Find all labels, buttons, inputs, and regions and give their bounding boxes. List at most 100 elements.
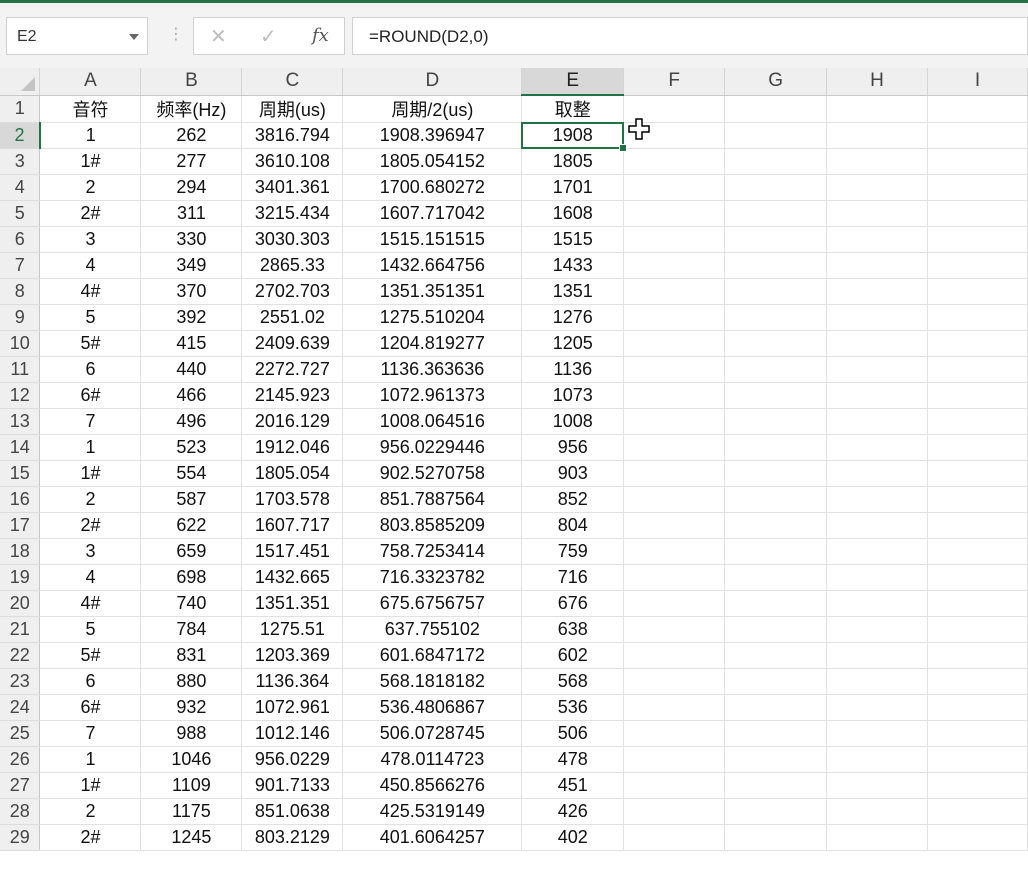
empty-cell[interactable] [724,382,828,409]
cell-b-9[interactable]: 392 [140,304,243,331]
cell-b-15[interactable]: 554 [140,460,243,487]
row-header[interactable]: 2 [0,122,41,149]
empty-cell[interactable] [826,642,928,669]
cell-c-9[interactable]: 2551.02 [241,304,344,331]
cell-e-5[interactable]: 1608 [521,200,625,227]
empty-cell[interactable] [826,486,928,513]
cell-d-14[interactable]: 956.0229446 [342,434,523,461]
cell-b-5[interactable]: 311 [140,200,243,227]
cell-d-23[interactable]: 568.1818182 [342,668,523,695]
cell-b-14[interactable]: 523 [140,434,243,461]
empty-cell[interactable] [724,148,828,175]
row-header[interactable]: 27 [0,772,41,799]
cell-c-13[interactable]: 2016.129 [241,408,344,435]
column-header-b[interactable]: B [140,68,243,96]
empty-cell[interactable] [623,668,726,695]
cell-d-7[interactable]: 1432.664756 [342,252,523,279]
cell-b-21[interactable]: 784 [140,616,243,643]
row-header[interactable]: 24 [0,694,41,721]
cell-a-22[interactable]: 5# [39,642,142,669]
empty-cell[interactable] [724,200,828,227]
empty-cell[interactable] [927,434,1028,461]
cell-d-6[interactable]: 1515.151515 [342,226,523,253]
row-header[interactable]: 3 [0,148,41,175]
cell-d-28[interactable]: 425.5319149 [342,798,523,825]
cell-a-14[interactable]: 1 [39,434,142,461]
empty-cell[interactable] [826,330,928,357]
cell-e-6[interactable]: 1515 [521,226,625,253]
cell-b-7[interactable]: 349 [140,252,243,279]
empty-cell[interactable] [724,642,828,669]
cell-a-17[interactable]: 2# [39,512,142,539]
row-header[interactable]: 1 [0,95,41,123]
empty-cell[interactable] [724,434,828,461]
empty-cell[interactable] [623,512,726,539]
empty-cell[interactable] [623,772,726,799]
cell-c-26[interactable]: 956.0229 [241,746,344,773]
cell-c-22[interactable]: 1203.369 [241,642,344,669]
empty-cell[interactable] [724,95,828,123]
empty-cell[interactable] [927,720,1028,747]
empty-cell[interactable] [623,200,726,227]
cell-c-6[interactable]: 3030.303 [241,226,344,253]
cell-e-26[interactable]: 478 [521,746,625,773]
row-header[interactable]: 22 [0,642,41,669]
empty-cell[interactable] [927,408,1028,435]
cell-a-24[interactable]: 6# [39,694,142,721]
empty-cell[interactable] [826,798,928,825]
empty-cell[interactable] [927,486,1028,513]
empty-cell[interactable] [623,720,726,747]
cell-d-29[interactable]: 401.6064257 [342,824,523,851]
cell-e-10[interactable]: 1205 [521,330,625,357]
empty-cell[interactable] [724,538,828,565]
cell-a-21[interactable]: 5 [39,616,142,643]
cell-e-1[interactable]: 取整 [521,95,625,123]
empty-cell[interactable] [826,720,928,747]
cell-a-25[interactable]: 7 [39,720,142,747]
column-header-a[interactable]: A [39,68,142,96]
row-header[interactable]: 8 [0,278,41,305]
cell-d-3[interactable]: 1805.054152 [342,148,523,175]
empty-cell[interactable] [927,668,1028,695]
row-header[interactable]: 21 [0,616,41,643]
empty-cell[interactable] [623,824,726,851]
empty-cell[interactable] [623,304,726,331]
name-box[interactable]: E2 [6,17,148,55]
cell-d-16[interactable]: 851.7887564 [342,486,523,513]
column-header-c[interactable]: C [241,68,344,96]
empty-cell[interactable] [826,148,928,175]
empty-cell[interactable] [623,798,726,825]
cell-b-6[interactable]: 330 [140,226,243,253]
empty-cell[interactable] [927,148,1028,175]
cell-b-11[interactable]: 440 [140,356,243,383]
cell-a-26[interactable]: 1 [39,746,142,773]
cell-c-19[interactable]: 1432.665 [241,564,344,591]
empty-cell[interactable] [927,798,1028,825]
cancel-formula-icon[interactable]: ✕ [210,24,227,49]
cell-b-18[interactable]: 659 [140,538,243,565]
row-header[interactable]: 13 [0,408,41,435]
row-header[interactable]: 26 [0,746,41,773]
cell-a-6[interactable]: 3 [39,226,142,253]
empty-cell[interactable] [724,798,828,825]
empty-cell[interactable] [927,252,1028,279]
empty-cell[interactable] [724,174,828,201]
cell-c-1[interactable]: 周期(us) [241,95,344,123]
cell-e-11[interactable]: 1136 [521,356,625,383]
empty-cell[interactable] [724,720,828,747]
cell-c-25[interactable]: 1012.146 [241,720,344,747]
empty-cell[interactable] [826,278,928,305]
cell-b-28[interactable]: 1175 [140,798,243,825]
cell-e-22[interactable]: 602 [521,642,625,669]
cell-d-17[interactable]: 803.8585209 [342,512,523,539]
empty-cell[interactable] [826,616,928,643]
cell-b-4[interactable]: 294 [140,174,243,201]
cell-b-16[interactable]: 587 [140,486,243,513]
cell-b-29[interactable]: 1245 [140,824,243,851]
row-header[interactable]: 4 [0,174,41,201]
cell-e-3[interactable]: 1805 [521,148,625,175]
row-header[interactable]: 28 [0,798,41,825]
empty-cell[interactable] [927,382,1028,409]
cell-d-13[interactable]: 1008.064516 [342,408,523,435]
row-header[interactable]: 18 [0,538,41,565]
